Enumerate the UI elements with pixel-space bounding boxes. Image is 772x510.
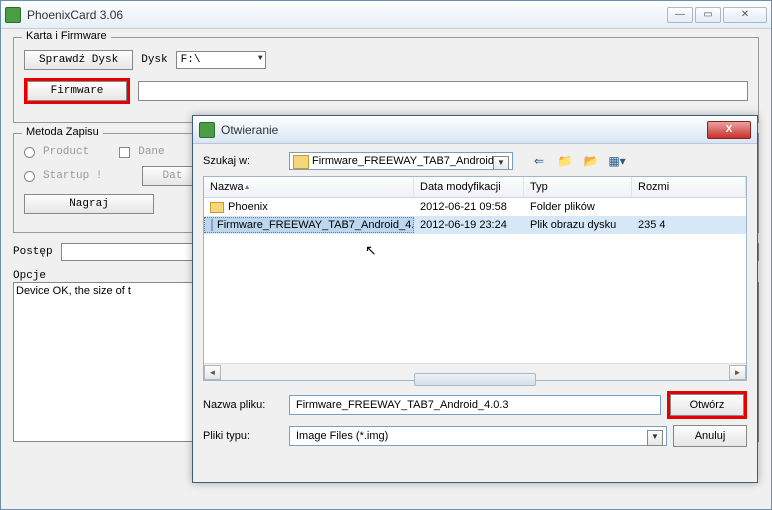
burn-button[interactable]: Nagraj — [24, 194, 154, 214]
scroll-right-button[interactable]: ► — [729, 365, 746, 380]
scroll-thumb[interactable] — [414, 373, 536, 386]
app-icon — [5, 7, 21, 23]
lookin-label: Szukaj w: — [203, 155, 283, 167]
dialog-close-button[interactable]: X — [707, 121, 751, 139]
firmware-group: Karta i Firmware Sprawdź Dysk Dysk F:\ F… — [13, 37, 759, 123]
item-name: Firmware_FREEWAY_TAB7_Android_4.0.3 — [217, 219, 414, 231]
firmware-group-title: Karta i Firmware — [22, 30, 111, 42]
dialog-icon — [199, 122, 215, 138]
main-titlebar[interactable]: PhoenixCard 3.06 — ▭ ✕ — [1, 1, 771, 29]
startup-radio[interactable] — [24, 171, 35, 182]
item-name: Phoenix — [228, 201, 268, 213]
item-type: Plik obrazu dysku — [524, 218, 632, 232]
product-label: Product — [43, 146, 89, 158]
filename-input[interactable]: Firmware_FREEWAY_TAB7_Android_4.0.3 — [289, 395, 661, 415]
file-open-dialog: Otwieranie X Szukaj w: Firmware_FREEWAY_… — [192, 115, 758, 483]
product-radio[interactable] — [24, 147, 35, 158]
dialog-titlebar[interactable]: Otwieranie X — [193, 116, 757, 144]
item-size: 235 4 — [632, 218, 746, 232]
disk-combo[interactable]: F:\ — [176, 51, 266, 69]
list-header: Nazwa Data modyfikacji Typ Rozmi — [204, 177, 746, 198]
progress-label: Postęp — [13, 246, 53, 258]
dane-label: Dane — [138, 146, 164, 158]
main-title: PhoenixCard 3.06 — [27, 8, 667, 22]
firmware-highlight: Firmware — [24, 78, 130, 104]
write-method-title: Metoda Zapisu — [22, 126, 103, 138]
check-disk-button[interactable]: Sprawdź Dysk — [24, 50, 133, 70]
disk-image-icon — [211, 219, 213, 231]
list-item[interactable]: Firmware_FREEWAY_TAB7_Android_4.0.3 2012… — [204, 216, 746, 234]
disk-label: Dysk — [141, 54, 167, 66]
filename-label: Nazwa pliku: — [203, 399, 283, 411]
col-name[interactable]: Nazwa — [204, 177, 414, 197]
view-menu-icon[interactable]: ▦▾ — [607, 152, 627, 170]
item-size — [632, 206, 746, 208]
col-type[interactable]: Typ — [524, 177, 632, 197]
col-date[interactable]: Data modyfikacji — [414, 177, 524, 197]
open-button[interactable]: Otwórz — [670, 394, 744, 416]
up-icon[interactable]: 📁 — [555, 152, 575, 170]
item-date: 2012-06-21 09:58 — [414, 200, 524, 214]
list-item[interactable]: Phoenix 2012-06-21 09:58 Folder plików — [204, 198, 746, 216]
item-date: 2012-06-19 23:24 — [414, 218, 524, 232]
open-highlight: Otwórz — [667, 391, 747, 419]
options-label: Opcje — [13, 270, 46, 282]
filetype-select[interactable]: Image Files (*.img) — [289, 426, 667, 446]
lookin-combo[interactable]: Firmware_FREEWAY_TAB7_Android — [289, 152, 513, 170]
cancel-button[interactable]: Anuluj — [673, 425, 747, 447]
close-button[interactable]: ✕ — [723, 7, 767, 23]
log-line: Device OK, the size of t — [16, 285, 131, 297]
filetype-label: Pliki typu: — [203, 430, 283, 442]
minimize-button[interactable]: — — [667, 7, 693, 23]
mouse-cursor: ↖ — [365, 242, 377, 259]
file-list[interactable]: Nazwa Data modyfikacji Typ Rozmi Phoenix… — [203, 176, 747, 381]
new-folder-icon[interactable]: 📂 — [581, 152, 601, 170]
firmware-button[interactable]: Firmware — [27, 81, 127, 101]
back-icon[interactable]: ⇐ — [529, 152, 549, 170]
maximize-button[interactable]: ▭ — [695, 7, 721, 23]
firmware-path-field[interactable] — [138, 81, 748, 101]
startup-label: Startup ! — [43, 170, 102, 182]
dialog-title: Otwieranie — [221, 123, 707, 137]
col-size[interactable]: Rozmi — [632, 177, 746, 197]
item-type: Folder plików — [524, 200, 632, 214]
scroll-left-button[interactable]: ◄ — [204, 365, 221, 380]
dane-checkbox[interactable] — [119, 147, 130, 158]
horizontal-scrollbar[interactable]: ◄ ► — [204, 363, 746, 380]
folder-icon — [210, 202, 224, 213]
